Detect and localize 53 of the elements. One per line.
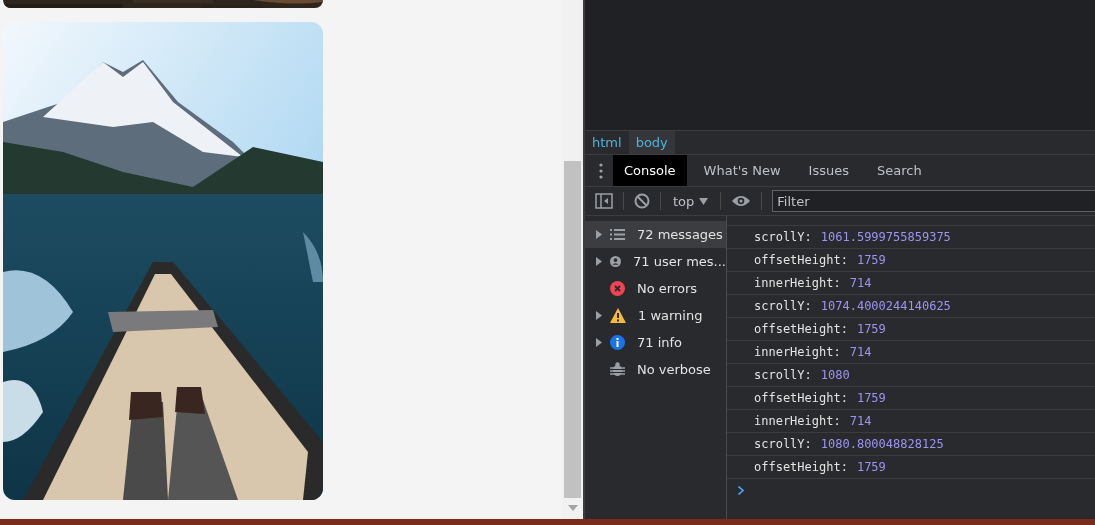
error-icon — [610, 281, 625, 296]
log-value: 714 — [849, 414, 872, 428]
log-value: 714 — [849, 345, 872, 359]
log-value: 1061.5999755859375 — [820, 230, 951, 244]
info-icon — [610, 335, 625, 350]
log-value: 1759 — [856, 391, 886, 405]
log-key: scrollY: — [754, 299, 812, 313]
log-value: 1759 — [856, 322, 886, 336]
log-value: 1074.4000244140625 — [820, 299, 951, 313]
log-key: innerHeight: — [754, 414, 841, 428]
sidebar-item[interactable]: No verbose — [585, 356, 726, 383]
log-value: 1759 — [856, 460, 886, 474]
more-options-icon[interactable] — [599, 162, 603, 179]
log-value: 1080 — [820, 368, 850, 382]
context-dropdown[interactable]: top — [671, 193, 711, 209]
eye-icon[interactable] — [731, 194, 752, 208]
expand-arrow-icon[interactable] — [596, 230, 602, 239]
breadcrumb[interactable]: html — [585, 131, 629, 154]
sidebar-item[interactable]: 72 messages — [585, 221, 726, 248]
sidebar-item[interactable]: No errors — [585, 275, 726, 302]
dropdown-caret-icon — [699, 197, 709, 205]
log-value: 1080.800048828125 — [820, 437, 944, 451]
log-key: innerHeight: — [754, 276, 841, 290]
tab[interactable]: Issues — [797, 155, 860, 186]
warning-icon — [610, 308, 626, 323]
log-key: offsetHeight: — [754, 322, 848, 336]
expand-arrow-icon[interactable] — [596, 338, 602, 347]
filter-field[interactable]: Filter — [772, 190, 1095, 212]
log-key: innerHeight: — [754, 345, 841, 359]
prompt-chevron-icon[interactable] — [738, 486, 744, 495]
log-key: scrollY: — [754, 230, 812, 244]
log-value: 1759 — [856, 253, 886, 267]
bug-icon — [610, 362, 625, 377]
log-key: scrollY: — [754, 437, 812, 451]
user-icon — [610, 254, 621, 269]
sidebar-item[interactable]: 71 user mes... — [585, 248, 726, 275]
list-icon — [610, 229, 625, 240]
tab[interactable]: Search — [866, 155, 933, 186]
sidebar-toggle-icon[interactable] — [595, 193, 613, 209]
sidebar-item[interactable]: 1 warning — [585, 302, 726, 329]
sidebar-item[interactable]: 71 info — [585, 329, 726, 356]
breadcrumb[interactable]: body — [628, 131, 675, 154]
clear-icon[interactable] — [634, 193, 650, 209]
log-value: 714 — [849, 276, 872, 290]
tab[interactable]: Console — [613, 155, 687, 186]
tab[interactable]: What's New — [692, 155, 792, 186]
expand-arrow-icon[interactable] — [596, 257, 602, 266]
log-key: scrollY: — [754, 368, 812, 382]
log-key: offsetHeight: — [754, 253, 848, 267]
scrollbar-thumb[interactable] — [564, 161, 581, 498]
log-key: offsetHeight: — [754, 460, 848, 474]
expand-arrow-icon[interactable] — [596, 311, 602, 320]
log-key: offsetHeight: — [754, 391, 848, 405]
